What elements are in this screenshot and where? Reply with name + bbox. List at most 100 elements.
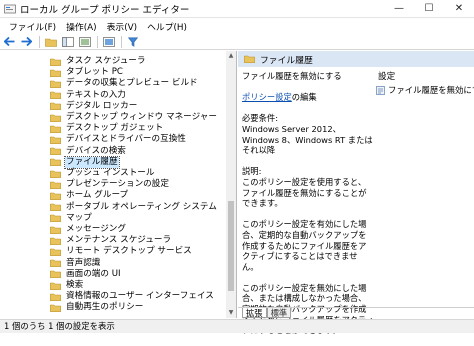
tree-item-label: ファイル履歴 bbox=[64, 155, 120, 169]
folder-icon bbox=[50, 304, 61, 312]
tree-item-label: テキストの入力 bbox=[66, 89, 126, 100]
folder-icon bbox=[50, 147, 61, 156]
tree-item-label: データの収集とプレビュー ビルド bbox=[66, 78, 198, 89]
settings-column-header[interactable]: 設定 bbox=[376, 71, 474, 84]
details-pane: ファイル履歴 ファイル履歴を無効にする ポリシー設定の編集 必要条件: Wind… bbox=[238, 51, 474, 335]
tree-item[interactable]: プレゼンテーションの設定 bbox=[50, 179, 170, 190]
menu-help[interactable]: ヘルプ(H) bbox=[142, 20, 192, 33]
view-tabs: 拡張 標準 bbox=[238, 307, 474, 318]
menu-view[interactable]: 表示(V) bbox=[102, 20, 142, 33]
edit-suffix: の編集 bbox=[291, 92, 317, 103]
folder-icon bbox=[50, 226, 61, 234]
explanation-1: このポリシー設定を使用すると、ファイル履歴を無効にすることができます。 bbox=[242, 176, 367, 209]
policy-tree: タスク スケジューラ タブレット PC データの収集とプレビュー ビルド テキストの入… bbox=[0, 51, 237, 318]
folder-icon bbox=[50, 203, 61, 212]
details-header-title: ファイル履歴 bbox=[260, 55, 313, 66]
toolbar-separator bbox=[121, 35, 122, 48]
folder-icon bbox=[50, 214, 61, 223]
explanation-label: 説明: bbox=[242, 166, 262, 177]
tree-item[interactable]: 自動再生のポリシー bbox=[50, 302, 144, 313]
tree-item[interactable]: タスク スケジューラ bbox=[50, 56, 146, 67]
help-icon[interactable] bbox=[101, 35, 116, 49]
tree-item[interactable]: リモート デスクトップ サービス bbox=[50, 246, 193, 257]
folder-icon bbox=[50, 114, 61, 122]
menu-file[interactable]: ファイル(F) bbox=[4, 20, 61, 33]
toolbar-separator bbox=[97, 35, 98, 48]
edit-policy-line: ポリシー設定の編集 bbox=[242, 92, 374, 103]
tree-item[interactable]: デバイスの検索 bbox=[50, 146, 127, 157]
forward-arrow-icon[interactable] bbox=[19, 35, 34, 49]
tree-item[interactable]: デジタル ロッカー bbox=[50, 101, 138, 112]
tree-item[interactable]: ファイル履歴 bbox=[50, 155, 120, 169]
folder-icon bbox=[50, 91, 61, 100]
toolbar-separator bbox=[39, 35, 40, 48]
tree-scrollbar[interactable]: ▲ ▼ bbox=[226, 51, 236, 318]
folder-up-icon[interactable] bbox=[43, 35, 58, 49]
folder-icon bbox=[50, 58, 61, 66]
setting-label: ファイル履歴を無効にする bbox=[388, 85, 474, 95]
tree-item-label: デジタル ロッカー bbox=[66, 100, 138, 111]
scroll-down-icon[interactable]: ▼ bbox=[226, 308, 236, 318]
folder-icon bbox=[50, 80, 61, 88]
maximize-button[interactable]: ☐ bbox=[414, 0, 444, 18]
tree-item[interactable]: メッセージング bbox=[50, 224, 127, 235]
tree-item-label: 検索 bbox=[66, 280, 84, 290]
window-title: ローカル グループ ポリシー エディター bbox=[20, 4, 190, 16]
folder-icon bbox=[50, 270, 61, 279]
tree-item-label: 音声認識 bbox=[66, 257, 101, 268]
tree-item[interactable]: タブレット PC bbox=[50, 67, 124, 78]
back-arrow-icon[interactable] bbox=[2, 35, 17, 49]
minimize-button[interactable]: — bbox=[384, 0, 414, 18]
tree-item[interactable]: デスクトップ ウィンドウ マネージャー bbox=[50, 112, 218, 123]
show-hide-tree-icon[interactable] bbox=[60, 35, 75, 49]
policy-description: ファイル履歴を無効にする ポリシー設定の編集 必要条件: Windows Ser… bbox=[242, 71, 374, 346]
folder-icon bbox=[50, 69, 61, 77]
tree-item[interactable]: デバイスとドライバーの互換性 bbox=[50, 134, 187, 145]
export-list-icon[interactable] bbox=[77, 35, 92, 49]
policy-setting-icon bbox=[376, 85, 385, 95]
policy-title: ファイル履歴を無効にする bbox=[242, 71, 342, 81]
tree-item[interactable]: デスクトップ ガジェット bbox=[50, 123, 164, 134]
tree-item[interactable]: データの収集とプレビュー ビルド bbox=[50, 78, 199, 89]
requirements-label: 必要条件: bbox=[242, 113, 278, 124]
tree-item[interactable]: テキストの入力 bbox=[50, 90, 127, 101]
folder-icon bbox=[50, 181, 61, 189]
tree-item-label: タスク スケジューラ bbox=[66, 56, 146, 66]
folder-icon bbox=[50, 125, 61, 133]
tab-standard[interactable]: 標準 bbox=[266, 308, 292, 318]
tree-item[interactable]: 音声認識 bbox=[50, 258, 101, 269]
policy-settings-link[interactable]: ポリシー設定 bbox=[242, 92, 292, 102]
folder-icon bbox=[50, 237, 61, 245]
tree-item-label: プレゼンテーションの設定 bbox=[66, 179, 169, 190]
tree-item-label: デバイスとドライバーの互換性 bbox=[66, 134, 186, 145]
tree-item[interactable]: ポータブル オペレーティング システム bbox=[50, 202, 218, 213]
tree-item[interactable]: 画面の端の UI bbox=[50, 269, 122, 280]
folder-icon bbox=[50, 192, 61, 200]
title-bar: ローカル グループ ポリシー エディター — ☐ ✕ bbox=[0, 0, 474, 18]
tree-item[interactable]: メンテナンス スケジューラ bbox=[50, 235, 172, 246]
tree-item[interactable]: 資格情報のユーザー インターフェイス bbox=[50, 291, 215, 302]
tree-item-label: メンテナンス スケジューラ bbox=[66, 235, 172, 246]
close-button[interactable]: ✕ bbox=[444, 0, 474, 18]
tab-extended[interactable]: 拡張 bbox=[242, 308, 267, 318]
details-header: ファイル履歴 bbox=[238, 51, 474, 67]
setting-row[interactable]: ファイル履歴を無効にする bbox=[376, 84, 474, 96]
folder-icon bbox=[244, 55, 255, 63]
status-bar: 1 個のうち 1 個の設定を表示 bbox=[0, 319, 474, 333]
tree-item[interactable]: プッシュ インストール bbox=[50, 168, 156, 179]
folder-icon bbox=[50, 293, 61, 301]
tree-item[interactable]: 検索 bbox=[50, 280, 84, 291]
folder-icon bbox=[50, 259, 61, 268]
tree-item[interactable]: ホーム グループ bbox=[50, 190, 129, 201]
filter-icon[interactable] bbox=[125, 35, 140, 49]
folder-icon bbox=[50, 170, 61, 178]
group-policy-app-icon bbox=[4, 4, 16, 13]
folder-icon bbox=[50, 136, 61, 144]
tree-item[interactable]: マップ bbox=[50, 213, 93, 224]
scrollbar-thumb[interactable] bbox=[228, 201, 234, 291]
menu-bar: ファイル(F) 操作(A) 表示(V) ヘルプ(H) bbox=[0, 18, 474, 34]
scroll-up-icon[interactable]: ▲ bbox=[226, 51, 236, 61]
folder-icon bbox=[50, 282, 61, 290]
tree-item-label: 資格情報のユーザー インターフェイス bbox=[66, 291, 214, 302]
menu-action[interactable]: 操作(A) bbox=[61, 20, 101, 33]
